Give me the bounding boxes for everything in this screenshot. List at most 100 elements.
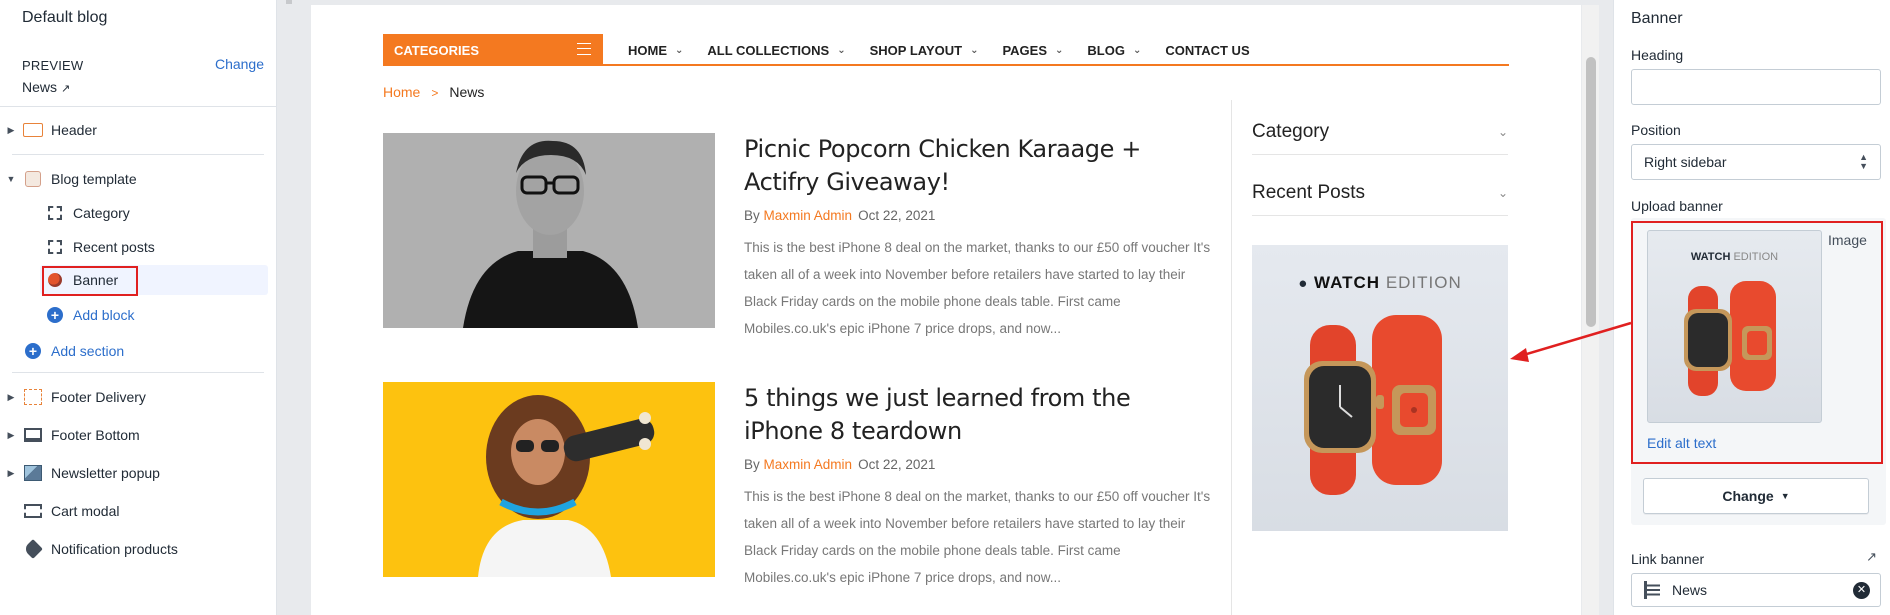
add-section-button[interactable]: + Add section xyxy=(0,336,276,366)
caret-right-icon[interactable]: ▶ xyxy=(0,468,22,479)
nav-label: HOME xyxy=(628,42,667,58)
plus-circle-icon: + xyxy=(22,342,44,360)
preview-value[interactable]: News ↗ xyxy=(22,79,70,95)
nav-label: SHOP LAYOUT xyxy=(869,42,963,58)
plus-circle-icon: + xyxy=(44,306,66,324)
footer-delivery-icon xyxy=(22,388,44,406)
post-title[interactable]: Picnic Popcorn Chicken Karaage + Actifry… xyxy=(744,133,1214,199)
caret-right-icon[interactable]: ▶ xyxy=(0,125,22,136)
section-label: Header xyxy=(51,122,97,138)
watch-illustration xyxy=(1304,315,1442,495)
caret-right-icon[interactable]: ▶ xyxy=(0,392,22,403)
post-excerpt: This is the best iPhone 8 deal on the ma… xyxy=(744,489,1211,585)
add-block-label: Add block xyxy=(73,307,135,323)
chevron-down-icon: ⌄ xyxy=(1132,44,1142,56)
breadcrumb-current: News xyxy=(449,84,485,100)
chevron-down-icon: ⌄ xyxy=(1497,186,1508,200)
sidebar-category[interactable]: Category ⌄ xyxy=(1252,110,1508,155)
select-arrows-icon: ▲ ▼ xyxy=(1859,152,1868,171)
section-footer-bottom[interactable]: ▶ Footer Bottom xyxy=(0,420,276,450)
section-label: Newsletter popup xyxy=(51,465,160,481)
theme-editor: Default blog PREVIEW Change News ↗ ▶ Head… xyxy=(0,0,1890,615)
chevron-down-icon: ⌄ xyxy=(970,44,979,56)
nav-contact-us[interactable]: CONTACT US xyxy=(1165,43,1249,58)
heading-label: Heading xyxy=(1631,47,1684,63)
caret-down-icon: ▼ xyxy=(1780,491,1790,501)
post-meta: By Maxmin Admin Oct 22, 2021 xyxy=(744,457,1214,472)
chevron-down-icon: ⌄ xyxy=(1497,125,1508,139)
scrollbar-thumb[interactable] xyxy=(1586,57,1596,327)
post-excerpt: This is the best iPhone 8 deal on the ma… xyxy=(744,240,1211,336)
sections-sidebar: Default blog PREVIEW Change News ↗ ▶ Head… xyxy=(0,0,277,615)
post-image-man[interactable] xyxy=(383,133,715,328)
external-link-icon[interactable]: ↗ xyxy=(1866,549,1877,565)
highlight-box-upload xyxy=(1631,221,1883,464)
footer-bottom-icon xyxy=(22,426,44,444)
add-block-button[interactable]: + Add block xyxy=(0,300,276,330)
nav-all-collections[interactable]: ALL COLLECTIONS ⌄ xyxy=(707,43,845,58)
girl-skateboard-illustration xyxy=(383,382,715,577)
scroll-indicator xyxy=(286,0,292,4)
post-date: Oct 22, 2021 xyxy=(858,457,936,472)
chevron-down-icon: ⌄ xyxy=(675,44,684,56)
preview-label: PREVIEW xyxy=(22,58,84,73)
divider xyxy=(0,106,276,107)
heading-input[interactable] xyxy=(1631,69,1881,105)
preview-value-text: News xyxy=(22,79,58,95)
tag-icon xyxy=(22,539,44,559)
nav-label: PAGES xyxy=(1002,42,1048,58)
link-banner-field[interactable]: News ✕ xyxy=(1631,573,1881,607)
section-label: Cart modal xyxy=(51,503,120,519)
section-header[interactable]: ▶ Header xyxy=(0,115,276,145)
caret-down-icon[interactable]: ▼ xyxy=(0,174,22,184)
by-label: By xyxy=(744,208,760,223)
section-label: Footer Delivery xyxy=(51,389,146,405)
categories-button[interactable]: CATEGORIES xyxy=(383,34,603,66)
preview-scrollbar[interactable] xyxy=(1582,5,1599,615)
add-section-label: Add section xyxy=(51,343,125,359)
sidebar-banner[interactable]: ● WATCH EDITION xyxy=(1252,245,1508,531)
post-date: Oct 22, 2021 xyxy=(858,208,936,223)
block-label: Category xyxy=(73,205,130,221)
nav-shop-layout[interactable]: SHOP LAYOUT ⌄ xyxy=(870,43,979,58)
post-author[interactable]: Maxmin Admin xyxy=(764,457,853,472)
nav-blog[interactable]: BLOG ⌄ xyxy=(1087,43,1141,58)
breadcrumb-home[interactable]: Home xyxy=(383,84,420,100)
post-title[interactable]: 5 things we just learned from the iPhone… xyxy=(744,382,1214,448)
section-footer-delivery[interactable]: ▶ Footer Delivery xyxy=(0,382,276,412)
chevron-down-icon: ⌄ xyxy=(1055,44,1064,56)
section-notification-products[interactable]: Notification products xyxy=(0,534,276,564)
sidebar-recent-posts[interactable]: Recent Posts ⌄ xyxy=(1252,171,1508,216)
block-recent-posts[interactable]: Recent posts xyxy=(0,232,276,262)
categories-label: CATEGORIES xyxy=(394,42,479,58)
nav-label: BLOG xyxy=(1087,42,1125,58)
section-label: Footer Bottom xyxy=(51,427,140,443)
newsletter-icon xyxy=(22,464,44,482)
breadcrumb: Home > News xyxy=(383,84,484,100)
section-blog-template[interactable]: ▼ Blog template xyxy=(0,164,276,194)
post-image-girl[interactable] xyxy=(383,382,715,577)
nav-home[interactable]: HOME ⌄ xyxy=(628,43,683,58)
by-label: By xyxy=(744,457,760,472)
clear-icon[interactable]: ✕ xyxy=(1853,582,1870,599)
block-category[interactable]: Category xyxy=(0,198,276,228)
block-bracket-icon xyxy=(44,204,66,222)
change-label: Change xyxy=(1722,488,1774,504)
section-cart-modal[interactable]: Cart modal xyxy=(0,496,276,526)
post-author[interactable]: Maxmin Admin xyxy=(764,208,853,223)
blog-icon xyxy=(22,170,44,188)
section-label: Blog template xyxy=(51,171,137,187)
nav-label: ALL COLLECTIONS xyxy=(707,42,830,58)
highlight-box-banner xyxy=(42,266,138,296)
position-label: Position xyxy=(1631,122,1681,138)
page-doc-icon xyxy=(1644,581,1660,599)
chevron-down-icon: ⌄ xyxy=(837,44,846,56)
position-select[interactable]: Right sidebar ▲ ▼ xyxy=(1631,144,1881,180)
section-newsletter-popup[interactable]: ▶ Newsletter popup xyxy=(0,458,276,488)
breadcrumb-separator: > xyxy=(431,86,439,100)
nav-pages[interactable]: PAGES ⌄ xyxy=(1002,43,1063,58)
change-image-button[interactable]: Change ▼ xyxy=(1643,478,1869,514)
caret-right-icon[interactable]: ▶ xyxy=(0,430,22,441)
main-navigation: CATEGORIES HOME ⌄ ALL COLLECTIONS ⌄ SHOP L… xyxy=(383,34,1509,66)
preview-change-link[interactable]: Change xyxy=(215,56,264,72)
